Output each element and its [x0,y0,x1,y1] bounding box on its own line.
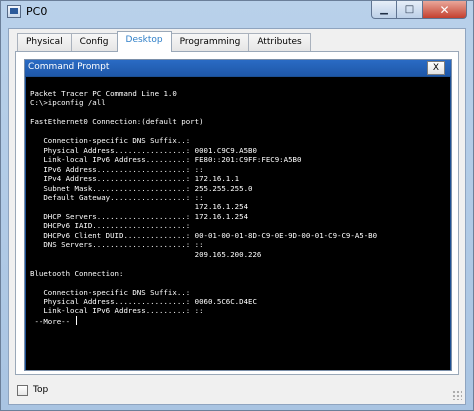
resize-grip-icon[interactable] [452,390,462,400]
console-line: 209.165.200.226 [30,249,262,259]
tab-desktop[interactable]: Desktop [116,31,172,52]
device-tabs: Physical Config Desktop Programming Attr… [17,31,311,52]
minimize-button[interactable]: ▁ [371,1,397,19]
text-cursor [75,315,77,325]
desktop-tab-panel: Command Prompt X Packet Tracer PC Comman… [15,51,459,375]
top-checkbox[interactable] [17,385,28,396]
maximize-icon: □ [404,4,415,15]
pc0-window: PC0 ▁ □ ✕ Physical Config Desktop Progra… [0,0,474,411]
command-prompt-title: Command Prompt [28,62,110,72]
console-line: Packet Tracer PC Command Line 1.0 [30,89,177,98]
tab-attributes[interactable]: Attributes [248,33,311,52]
console-line: IPv4 Address....................: 172.16… [30,174,240,184]
console-line: Physical Address................: 0060.5… [30,296,257,306]
maximize-button[interactable]: □ [397,1,423,19]
console-line: Connection-specific DNS Suffix..: [30,287,191,297]
bottom-bar: Top [9,381,465,403]
console-line: DHCPv6 Client DUID..............: 00-01-… [30,230,378,240]
console-output[interactable]: Packet Tracer PC Command Line 1.0 C:\>ipc… [26,77,450,370]
window-controls: ▁ □ ✕ [371,1,467,19]
minimize-icon: ▁ [380,4,388,15]
pc-icon [7,5,21,18]
console-line: Link-local IPv6 Address.........: :: [30,306,204,316]
console-line: Physical Address................: 0001.C… [30,145,257,155]
window-title: PC0 [26,5,48,18]
console-line: --More-- [30,315,450,326]
window-client-area: Physical Config Desktop Programming Attr… [8,28,466,405]
console-line: DHCP Servers....................: 172.16… [30,211,249,221]
close-icon: ✕ [439,2,450,17]
console-line: DNS Servers.....................: :: [30,240,204,250]
console-line: Default Gateway.................: :: [30,192,204,202]
close-button[interactable]: ✕ [423,1,467,19]
console-line: IPv6 Address....................: :: [30,164,204,174]
window-titlebar[interactable]: PC0 ▁ □ ✕ [1,1,473,23]
console-line: Connection-specific DNS Suffix..: [30,136,191,146]
console-line: C:\>ipconfig /all [30,98,106,108]
tab-programming[interactable]: Programming [170,33,250,52]
console-line: DHCPv6 IAID.....................: [30,221,191,231]
command-prompt-close-button[interactable]: X [427,61,445,75]
tab-physical[interactable]: Physical [17,33,72,52]
console-line: Bluetooth Connection: [30,268,124,278]
console-line: 172.16.1.254 [30,202,249,212]
console-line: Link-local IPv6 Address.........: FE80::… [30,155,302,165]
command-prompt-titlebar: Command Prompt X [25,60,451,76]
command-prompt-window: Command Prompt X Packet Tracer PC Comman… [24,59,452,371]
console-line: Subnet Mask.....................: 255.25… [30,183,253,193]
top-label: Top [33,385,49,395]
console-line: FastEthernet0 Connection:(default port) [30,117,204,127]
tab-config[interactable]: Config [70,33,118,52]
